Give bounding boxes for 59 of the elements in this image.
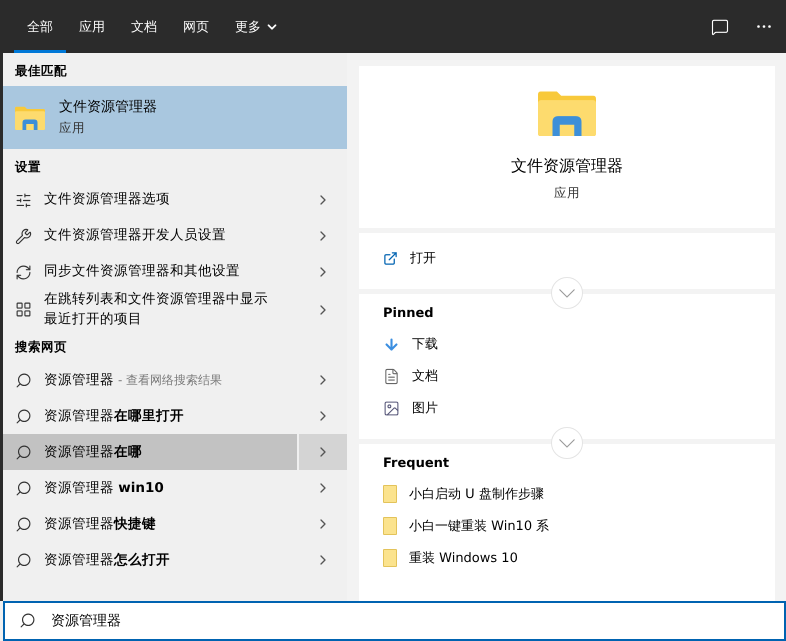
folder-icon <box>383 517 397 536</box>
folder-icon <box>383 485 397 504</box>
folder-icon <box>15 106 45 130</box>
web-suggestion[interactable]: 资源管理器怎么打开 <box>3 542 299 578</box>
result-subtitle: 应用 <box>59 120 86 137</box>
section-header: 最佳匹配 <box>14 62 68 80</box>
filter-tab[interactable]: 网页 <box>170 0 222 53</box>
best-match-result[interactable]: 文件资源管理器 应用 <box>3 86 347 149</box>
search-field[interactable]: 资源管理器 <box>3 601 786 641</box>
web-suggestion[interactable]: 资源管理器在哪里打开 <box>3 398 299 434</box>
ellipsis-icon <box>757 25 771 28</box>
web-suggestion[interactable]: 资源管理器 - 查看网络搜索结果 <box>3 362 299 398</box>
web-suggestion[interactable]: 资源管理器 win10 <box>3 470 299 506</box>
filter-tab[interactable]: 应用 <box>66 0 118 53</box>
settings-result[interactable]: 同步文件资源管理器和其他设置 <box>3 254 299 290</box>
search-icon <box>15 408 32 425</box>
grid-icon <box>15 301 32 318</box>
search-icon <box>15 444 32 461</box>
chevron-down-icon <box>559 288 575 298</box>
app-subtitle: 应用 <box>554 185 580 202</box>
frequent-item[interactable]: 小白启动 U 盘制作步骤 <box>409 485 544 504</box>
more-dropdown[interactable]: 更多 <box>222 0 292 53</box>
folder-icon <box>383 549 397 568</box>
result-title: 文件资源管理器 <box>59 98 157 116</box>
section-header: 设置 <box>14 158 42 176</box>
sync-icon <box>15 264 32 280</box>
web-suggestion[interactable]: 资源管理器在哪 <box>3 434 297 470</box>
settings-result[interactable]: 文件资源管理器选项 <box>3 182 299 218</box>
options-icon <box>15 192 32 208</box>
folder-icon <box>538 90 596 136</box>
settings-result[interactable]: 文件资源管理器开发人员设置 <box>3 218 299 254</box>
open-external-icon <box>383 250 398 266</box>
expand-button[interactable] <box>551 277 583 310</box>
chevron-down-icon <box>559 438 575 448</box>
document-icon <box>383 368 400 385</box>
section-header: Frequent <box>383 456 450 472</box>
web-suggestion[interactable]: 资源管理器快捷键 <box>3 506 299 542</box>
expand-arrow-button[interactable] <box>299 434 347 470</box>
search-icon <box>19 612 36 629</box>
search-icon <box>15 480 32 497</box>
section-header: Pinned <box>383 306 435 322</box>
open-action[interactable]: 打开 <box>383 245 751 272</box>
search-icon <box>15 552 32 569</box>
expand-button[interactable] <box>551 427 583 460</box>
search-icon <box>15 516 32 533</box>
settings-result[interactable]: 在跳转列表和文件资源管理器中显示最近打开的项目 <box>3 290 299 330</box>
filter-tab[interactable]: 文档 <box>118 0 170 53</box>
frequent-item[interactable]: 小白一键重装 Win10 系 <box>409 517 550 536</box>
picture-icon <box>383 400 400 417</box>
pinned-item[interactable]: 下载 <box>412 335 438 354</box>
section-header: 搜索网页 <box>14 338 68 356</box>
pinned-item[interactable]: 图片 <box>412 399 438 418</box>
search-icon <box>15 372 32 389</box>
speech-bubble-icon <box>711 18 729 36</box>
tools-icon <box>15 228 32 244</box>
app-title: 文件资源管理器 <box>511 156 623 178</box>
pinned-item[interactable]: 文档 <box>412 367 438 386</box>
download-arrow-icon <box>383 336 400 353</box>
frequent-item[interactable]: 重装 Windows 10 <box>409 549 518 568</box>
